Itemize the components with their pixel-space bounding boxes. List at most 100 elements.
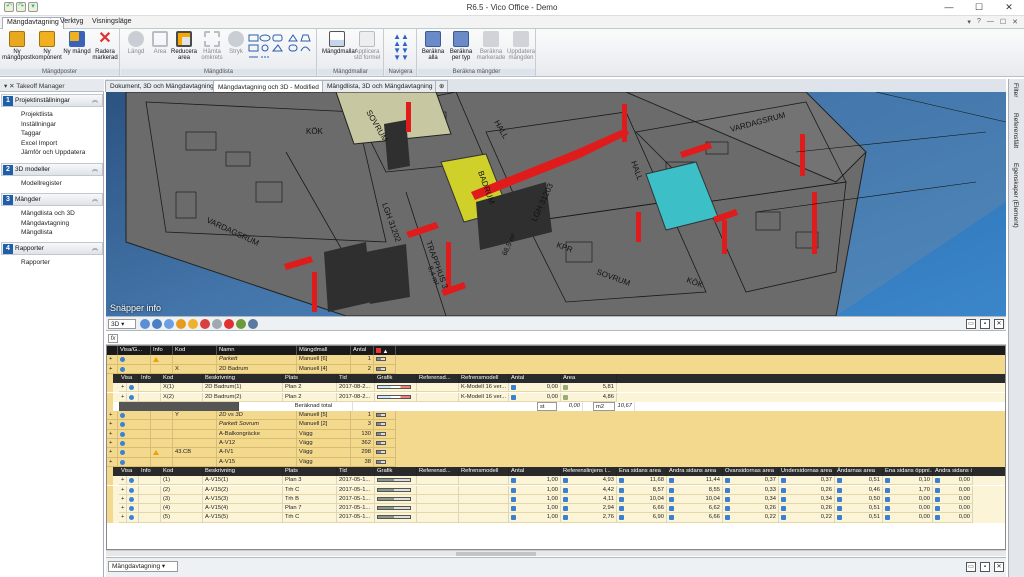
eye-icon[interactable]: [120, 459, 125, 465]
formula-icon[interactable]: [837, 506, 842, 512]
visibility-cell[interactable]: [118, 439, 151, 449]
table-row[interactable]: + (1) A-V15(1) Plan 3 2017-05-1... 1,00 4,93 11…: [107, 476, 1005, 486]
scroll-thumb[interactable]: [456, 552, 536, 556]
expand-toggle[interactable]: +: [107, 457, 118, 467]
sidebar-item-modellregister[interactable]: Modellregister: [1, 179, 103, 189]
settings-icon[interactable]: [212, 319, 222, 329]
sub-col-header[interactable]: Ovansidornas area: [723, 466, 779, 477]
formula-icon[interactable]: [885, 487, 890, 493]
col-namn[interactable]: Namn: [217, 346, 297, 356]
view-restore-icon[interactable]: ▭: [966, 319, 976, 329]
doc-tab-mangdlista-3d[interactable]: Mängdlista, 3D och Mängdavtagning: [322, 80, 438, 92]
formula-icon[interactable]: [837, 478, 842, 484]
table-row[interactable]: + X 2D Badrum Manuell [4] 2: [107, 364, 1005, 374]
calculate-selected-button[interactable]: Beräkna markerade: [476, 31, 506, 67]
formula-icon[interactable]: [935, 487, 940, 493]
camera-icon[interactable]: [248, 319, 258, 329]
visibility-cell[interactable]: [127, 392, 139, 402]
visibility-cell[interactable]: [118, 457, 151, 467]
eye-icon[interactable]: [129, 496, 134, 502]
sidebar-item-mangdavtagning[interactable]: Mängdavtagning: [1, 219, 103, 229]
sub-col-header[interactable]: Ena sidans öppni...: [883, 466, 933, 477]
table-row[interactable]: + (5) A-V15(5) Trh C 2017-05-1... 1,00 2,76 6,9…: [107, 513, 1005, 523]
calculate-all-button[interactable]: Beräkna alla: [418, 31, 448, 67]
visibility-cell[interactable]: [118, 364, 151, 374]
visibility-cell[interactable]: [127, 485, 139, 495]
formula-icon[interactable]: [725, 515, 730, 521]
collapse-chevron-icon[interactable]: ︽: [92, 95, 98, 107]
collapse-chevron-icon[interactable]: ︽: [92, 194, 98, 206]
table-row[interactable]: + Y 2D vs 3D Manuell [5] 1: [107, 411, 1005, 421]
quantity-templates-button[interactable]: Mängdmallar: [322, 31, 357, 67]
table-row[interactable]: + A-V12 Vägg 362: [107, 439, 1005, 449]
expand-toggle[interactable]: +: [107, 420, 118, 430]
eye-icon[interactable]: [120, 357, 125, 363]
expand-toggle[interactable]: +: [107, 429, 118, 439]
panel-tab-referensfalt[interactable]: Referensfält: [1012, 113, 1019, 148]
doc-close-icon[interactable]: ✕: [1012, 18, 1018, 26]
visibility-cell[interactable]: [118, 448, 151, 458]
3d-viewport[interactable]: KÖK VARDAGSRUM SOVRUM HALL BADRUM LGH 31…: [106, 92, 1006, 316]
sub-col-header[interactable]: Antal: [509, 466, 561, 477]
grid-restore-icon[interactable]: ▭: [966, 562, 976, 572]
sidebar-item-taggar[interactable]: Taggar: [1, 129, 103, 139]
minimize-button[interactable]: —: [934, 0, 964, 15]
formula-icon[interactable]: [619, 478, 624, 484]
table-row[interactable]: +43.CB A-IV1 Vägg 298: [107, 448, 1005, 458]
table-row[interactable]: + Parkett Sovrum Manuell [2] 3: [107, 420, 1005, 430]
section-header[interactable]: 2 3D modeller ︽: [1, 163, 103, 176]
formula-icon[interactable]: [669, 478, 674, 484]
sub-col-header[interactable]: Antal: [509, 373, 561, 384]
eye-icon[interactable]: [120, 441, 125, 446]
view-dock-icon[interactable]: ▪: [980, 319, 990, 329]
view-close-icon[interactable]: ✕: [994, 319, 1004, 329]
eye-icon[interactable]: [129, 385, 134, 391]
edit-icon[interactable]: [563, 394, 568, 400]
formula-icon[interactable]: [725, 496, 730, 502]
eye-icon[interactable]: [129, 506, 134, 512]
expand-toggle[interactable]: +: [119, 494, 127, 505]
formula-input[interactable]: [122, 333, 1002, 344]
new-quantity-item-button[interactable]: Ny mängdpost: [2, 31, 32, 67]
grid-dock-icon[interactable]: ▪: [980, 562, 990, 572]
section-header[interactable]: 1 Projektinställningar ︽: [1, 94, 103, 107]
formula-icon[interactable]: [511, 385, 516, 391]
reduce-area-button[interactable]: Reducera area: [169, 31, 199, 67]
formula-icon[interactable]: [511, 487, 516, 493]
sub-col-header[interactable]: Beskrivning: [203, 466, 283, 477]
panel-tab-egenskaper[interactable]: Egenskaper (Element): [1012, 163, 1019, 228]
magnet-icon[interactable]: [224, 319, 234, 329]
expand-toggle[interactable]: +: [107, 439, 118, 449]
maximize-button[interactable]: ☐: [964, 0, 994, 15]
tab-verktyg[interactable]: Verktyg: [56, 17, 87, 29]
eye-icon[interactable]: [120, 431, 125, 437]
sidebar-item-projektlista[interactable]: Projektlista: [1, 110, 103, 120]
sub-col-header[interactable]: Visa: [119, 466, 139, 477]
eye-icon[interactable]: [129, 394, 134, 400]
sub-col-header[interactable]: Ändarnas area: [835, 466, 883, 477]
new-component-button[interactable]: Ny komponent: [32, 31, 62, 67]
formula-icon[interactable]: [837, 487, 842, 493]
sidebar-item-mangdlista[interactable]: Mängdlista: [1, 228, 103, 238]
collapse-chevron-icon[interactable]: ︽: [92, 243, 98, 255]
nav-down2-icon[interactable]: ▼▼: [393, 53, 409, 62]
visibility-cell[interactable]: [127, 494, 139, 505]
col-visa[interactable]: Visa/G...: [118, 346, 151, 356]
collapse-chevron-icon[interactable]: ︽: [92, 164, 98, 176]
formula-icon[interactable]: [511, 394, 516, 400]
ribbon-collapse-icon[interactable]: ▾: [967, 18, 971, 26]
formula-icon[interactable]: [781, 487, 786, 493]
formula-icon[interactable]: [781, 478, 786, 484]
expand-toggle[interactable]: +: [107, 411, 118, 421]
zoom-icon[interactable]: [140, 319, 150, 329]
sidebar-item-rapporter[interactable]: Rapporter: [1, 258, 103, 268]
formula-icon[interactable]: [563, 515, 568, 521]
doc-tab-mangdavtagning-3d[interactable]: Mängdavtagning och 3D - Modified✕: [213, 80, 334, 92]
col-mangdmall[interactable]: Mängdmall: [297, 346, 351, 356]
formula-icon[interactable]: [563, 506, 568, 512]
formula-icon[interactable]: [885, 515, 890, 521]
expand-toggle[interactable]: +: [119, 513, 127, 523]
tab-mangdavtagning[interactable]: Mängdavtagning: [2, 17, 64, 29]
col-info[interactable]: Info: [151, 346, 173, 356]
formula-icon[interactable]: [935, 506, 940, 512]
